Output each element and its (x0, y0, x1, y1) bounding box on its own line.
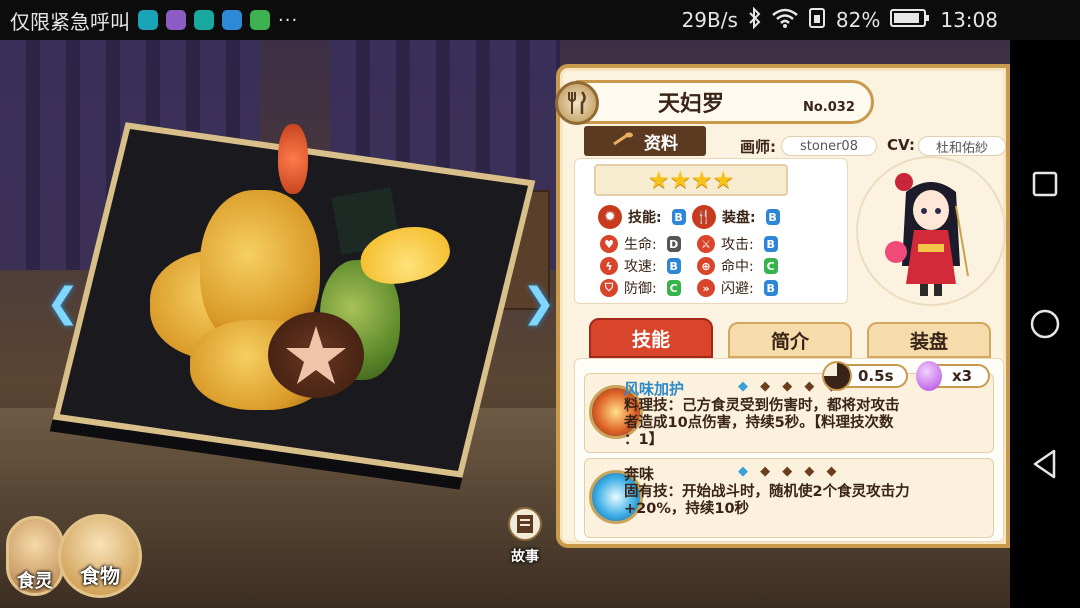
cv-value: 杜和佑紗 (918, 136, 1006, 156)
stat-hit-label: 命中: (721, 259, 754, 275)
tab-info[interactable]: 资料 (584, 126, 706, 156)
food-name: 天妇罗 (658, 92, 725, 117)
stat-plate: 🍴 装盘: B (692, 205, 780, 229)
bag-app-icon (194, 10, 214, 30)
stat-spd: ϟ 攻速: B (600, 256, 681, 276)
stat-atk: ⚔ 攻击: B (697, 234, 778, 254)
spirit-button-label: 食灵 (17, 571, 53, 592)
stat-plate-label: 装盘: (722, 210, 756, 226)
stat-skill-label: 技能: (628, 210, 662, 226)
wifi-icon (772, 8, 798, 33)
square-icon (1032, 171, 1058, 197)
food-button-label: 食物 (80, 564, 120, 588)
skill-diamonds: ◆ ◆ ◆ ◆ (760, 464, 841, 479)
status-bar: 仅限紧急呼叫 ··· 29B/s 82% 13:08 (0, 0, 1080, 40)
skill-desc-line: +20%，持续10秒 (624, 501, 750, 517)
cooldown-badge: 0.5s (822, 361, 908, 391)
crystal-icon (916, 361, 942, 391)
network-speed: 29B/s (681, 8, 738, 32)
grid-app-icon (250, 10, 270, 30)
fork-knife-icon: 🍴 (692, 205, 716, 229)
prev-arrow-icon[interactable]: ❮ (46, 280, 80, 326)
heart-icon: ♥ (600, 235, 618, 253)
fork-knife-icon (555, 81, 599, 125)
recent-apps-button[interactable] (1025, 164, 1065, 204)
portrait-frame (856, 156, 1006, 306)
more-icon: ··· (278, 9, 299, 31)
story-button-label: 故事 (511, 549, 539, 565)
back-triangle-icon (1033, 449, 1056, 479)
grade-badge: C (666, 280, 681, 296)
dash-icon: » (697, 279, 715, 297)
lightning-icon: ϟ (600, 257, 618, 275)
sun-icon: ✹ (598, 205, 622, 229)
storage-app-icon (222, 10, 242, 30)
skill-name: 风味加护 (624, 380, 685, 398)
grade-badge: B (763, 236, 778, 252)
carrier-text: 仅限紧急呼叫 (10, 9, 130, 34)
tab-equip[interactable]: 装盘 (867, 322, 991, 358)
grade-badge: B (763, 280, 778, 296)
skill-name: 奔味 (624, 465, 655, 483)
bluetooth-icon (748, 6, 762, 34)
rarity-stars: ★★★★ (594, 164, 788, 196)
home-button[interactable] (1025, 304, 1065, 344)
navigation-bar (1010, 40, 1080, 608)
skill-desc-line: 者造成10点伤害，持续5秒。【料理技次数 (624, 415, 894, 431)
artist-label: 画师: (740, 138, 776, 156)
story-button[interactable]: 故事 (500, 507, 550, 566)
food-button[interactable]: 食物 (58, 514, 142, 598)
back-button[interactable] (1025, 444, 1065, 484)
grade-badge: B (666, 258, 681, 274)
battery-icon (890, 8, 930, 33)
stat-dodge: » 闪避: B (697, 278, 778, 298)
stat-def-label: 防御: (624, 281, 657, 297)
spoon-icon (612, 131, 634, 151)
tab-info-label: 资料 (644, 133, 678, 154)
grade-badge: B (671, 209, 686, 225)
book-icon (505, 507, 545, 546)
skill-desc-line: ：1】 (624, 432, 664, 448)
gallery-app-icon (166, 10, 186, 30)
moon-app-icon (138, 10, 158, 30)
shrimp-tail (278, 124, 308, 194)
grade-badge: B (765, 209, 780, 225)
food-number: No.032 (803, 100, 855, 115)
stat-hp-label: 生命: (624, 237, 657, 253)
stat-dodge-label: 闪避: (721, 281, 754, 297)
skill-desc-line: 固有技：开始战斗时，随机使2个食灵攻击力 (624, 484, 910, 500)
stat-skill: ✹ 技能: B (598, 205, 686, 229)
character-portrait[interactable] (856, 156, 1006, 306)
sim-icon (808, 7, 826, 34)
clock: 13:08 (940, 8, 998, 32)
stat-def: ⛉ 防御: C (600, 278, 681, 298)
charges-badge: x3 (916, 361, 990, 391)
spirit-button[interactable]: 食灵 (6, 516, 64, 596)
tab-equip-label: 装盘 (909, 330, 948, 353)
skill-desc-line: 料理技：己方食灵受到伤害时，都将对攻击 (624, 398, 900, 414)
grade-badge: D (666, 236, 681, 252)
shield-icon: ⛉ (600, 279, 618, 297)
tab-skills[interactable]: 技能 (589, 318, 713, 358)
stat-atk-label: 攻击: (721, 237, 754, 253)
mushroom (268, 312, 364, 398)
cv-label: CV: (887, 136, 915, 154)
tab-intro[interactable]: 简介 (728, 322, 852, 358)
tab-intro-label: 简介 (770, 330, 809, 353)
stat-spd-label: 攻速: (624, 259, 657, 275)
circle-icon (1030, 309, 1060, 339)
cooldown-value: 0.5s (858, 367, 894, 385)
next-arrow-icon[interactable]: ❯ (522, 280, 556, 326)
stat-hit: ⊕ 命中: C (697, 256, 778, 276)
crosshair-icon: ⊕ (697, 257, 715, 275)
sword-icon: ⚔ (697, 235, 715, 253)
grade-badge: C (763, 258, 778, 274)
stat-hp: ♥ 生命: D (600, 234, 681, 254)
skill-level-diamonds: ◆ ◆ ◆ ◆ ◆ (738, 464, 841, 479)
timer-icon (822, 361, 852, 391)
battery-percent: 82% (835, 8, 881, 32)
tab-skills-label: 技能 (631, 328, 670, 351)
artist-value: stoner08 (781, 136, 877, 156)
charges-value: x3 (952, 367, 973, 385)
